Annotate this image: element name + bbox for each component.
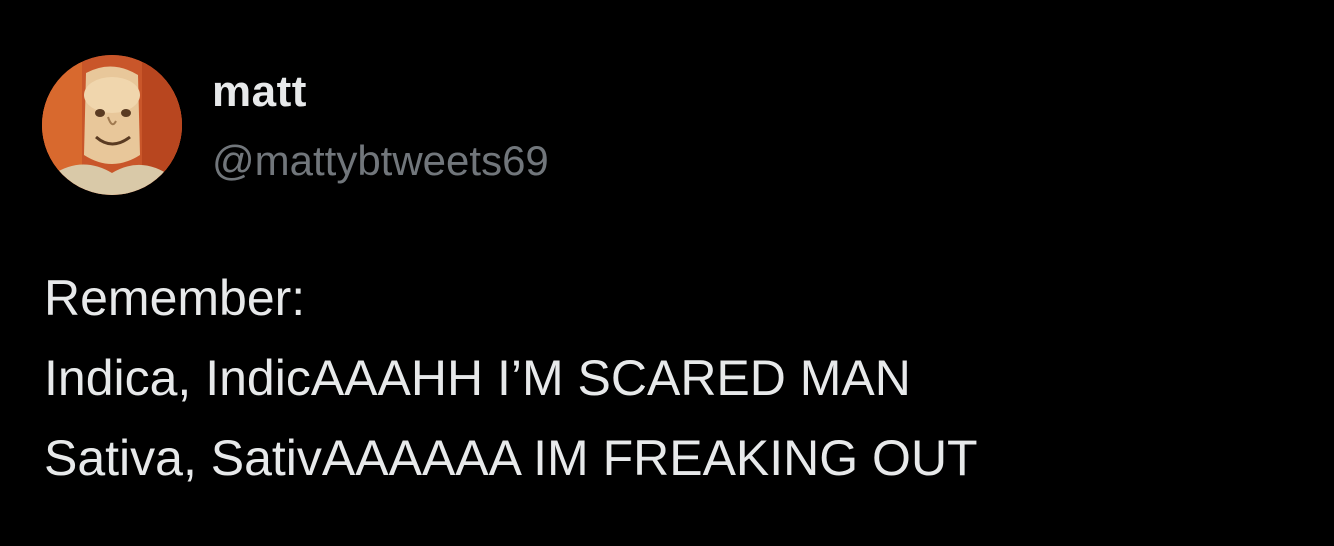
avatar[interactable] [42,55,182,195]
cartoon-face-icon [42,55,182,195]
tweet-line: Remember: [44,270,306,326]
tweet-text: Remember: Indica, IndicAAAHH I’M SCARED … [44,258,1314,498]
tweet-card: matt @mattybtweets69 Remember: Indica, I… [0,0,1334,546]
user-handle[interactable]: @mattybtweets69 [212,136,549,186]
tweet-line: Sativa, SativAAAAAA IM FREAKING OUT [44,430,978,486]
display-name[interactable]: matt [212,66,307,118]
tweet-line: Indica, IndicAAAHH I’M SCARED MAN [44,350,911,406]
